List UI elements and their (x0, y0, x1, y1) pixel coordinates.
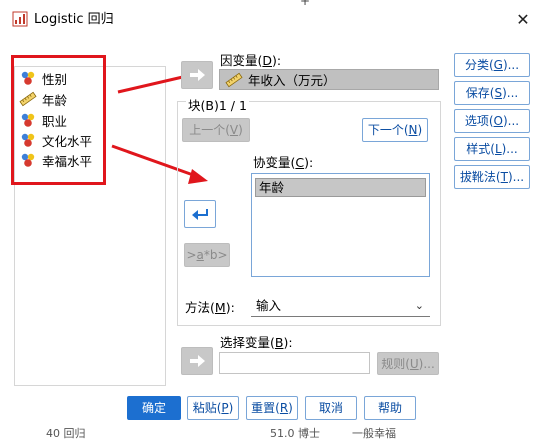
source-variable-item[interactable]: 文化水平 (19, 130, 92, 150)
nominal-variable-icon (21, 133, 35, 147)
save-button[interactable]: 保存(S)... (454, 81, 530, 105)
nominal-variable-icon (21, 113, 35, 127)
arrow-right-icon (190, 355, 205, 367)
move-to-dependent-button[interactable] (181, 61, 213, 89)
app-icon (12, 11, 28, 27)
source-variable-item[interactable]: 幸福水平 (19, 150, 92, 170)
ok-button[interactable]: 确定 (127, 396, 181, 420)
source-variable-item[interactable]: 性别 (19, 68, 67, 88)
source-variable-label: 幸福水平 (42, 153, 93, 169)
interaction-button[interactable]: >a*b> (184, 243, 230, 267)
block-label: 块(B)1 / 1 (186, 95, 249, 114)
rule-button[interactable]: 规则(U)... (377, 352, 439, 375)
help-button[interactable]: 帮助 (364, 396, 416, 420)
background-fragment-bottom: 40 回归 (46, 427, 86, 440)
categorical-button[interactable]: 分类(G)... (454, 53, 530, 77)
close-icon: ✕ (516, 10, 530, 29)
background-fragment-top: + (300, 0, 311, 8)
source-variable-label: 年龄 (42, 92, 68, 108)
nominal-variable-icon (21, 71, 35, 85)
next-block-button[interactable]: 下一个(N) (362, 118, 428, 142)
source-variable-item[interactable]: 职业 (19, 110, 67, 130)
method-dropdown[interactable]: 输入 ⌄ (251, 295, 430, 317)
covariate-item[interactable]: 年龄 (255, 178, 426, 197)
source-variable-label: 职业 (42, 113, 68, 129)
style-button[interactable]: 样式(L)... (454, 137, 530, 161)
bootstrap-button[interactable]: 拔靴法(T)... (454, 165, 530, 189)
dependent-field[interactable]: 年收入（万元） (219, 69, 439, 90)
close-button[interactable]: ✕ (512, 10, 534, 30)
move-from-covariates-button[interactable] (184, 200, 216, 228)
source-variable-label: 性别 (42, 71, 68, 87)
covariates-label: 协变量(C): (253, 155, 314, 170)
dependent-value: 年收入（万元） (248, 73, 336, 88)
selection-variable-field[interactable] (219, 352, 370, 374)
cancel-button[interactable]: 取消 (305, 396, 357, 420)
source-variable-label: 文化水平 (42, 133, 93, 149)
source-variable-item[interactable]: 年龄 (19, 89, 67, 109)
background-fragment-bottom: 一般幸福 (352, 427, 396, 440)
scale-variable-icon (225, 72, 243, 87)
arrow-left-curved-icon (192, 209, 208, 220)
arrow-right-icon (190, 69, 205, 81)
paste-button[interactable]: 粘贴(P) (187, 396, 239, 420)
dependent-label: 因变量(D): (220, 53, 282, 68)
method-value: 输入 (256, 298, 282, 313)
selection-variable-label: 选择变量(B): (220, 335, 293, 350)
chevron-down-icon: ⌄ (414, 299, 424, 312)
method-label: 方法(M): (185, 300, 235, 315)
reset-button[interactable]: 重置(R) (246, 396, 298, 420)
move-to-selection-button[interactable] (181, 347, 213, 375)
window-title: Logistic 回归 (34, 12, 114, 27)
nominal-variable-icon (21, 153, 35, 167)
options-button[interactable]: 选项(O)... (454, 109, 530, 133)
background-fragment-bottom: 51.0 博士 (270, 427, 320, 440)
previous-block-button[interactable]: 上一个(V) (182, 118, 250, 142)
scale-variable-icon (19, 91, 37, 107)
